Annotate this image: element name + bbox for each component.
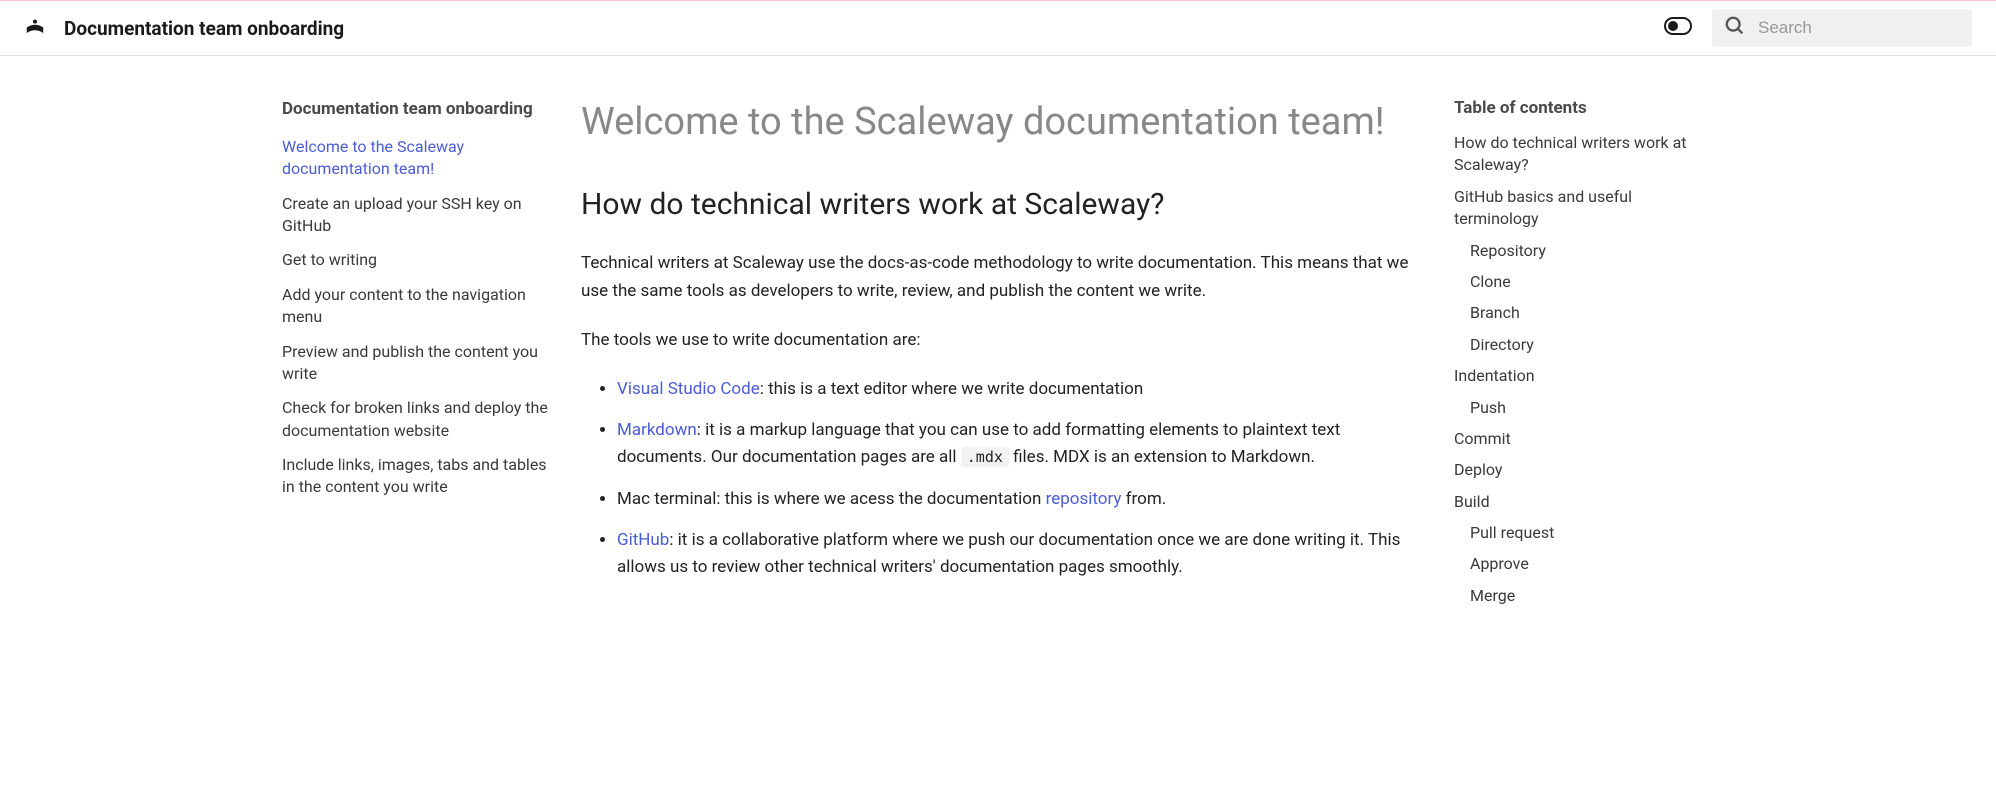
tools-list: Visual Studio Code: this is a text edito… [581, 376, 1410, 581]
tool-item-vscode: Visual Studio Code: this is a text edito… [617, 376, 1410, 403]
book-icon [24, 17, 46, 39]
toc-link[interactable]: GitHub basics and useful terminology [1454, 187, 1632, 228]
nav-item: Add your content to the navigation menu [282, 284, 557, 329]
toc-link[interactable]: Build [1454, 492, 1490, 511]
paragraph-intro: Technical writers at Scaleway use the do… [581, 250, 1410, 304]
toc-item: GitHub basics and useful terminology [1454, 186, 1714, 231]
toc-item: Repository [1454, 240, 1714, 262]
nav-item: Get to writing [282, 249, 557, 271]
toc-item: Directory [1454, 334, 1714, 356]
sidebar-right: Table of contents How do technical write… [1454, 56, 1714, 616]
theme-toggle[interactable] [1664, 17, 1692, 39]
tool-item-markdown: Markdown: it is a markup language that y… [617, 417, 1410, 471]
nav-link[interactable]: Welcome to the Scaleway documentation te… [282, 137, 464, 178]
nav-link[interactable]: Add your content to the navigation menu [282, 285, 526, 326]
toc-item: Deploy [1454, 459, 1714, 481]
nav-link[interactable]: Check for broken links and deploy the do… [282, 398, 548, 439]
toc-link[interactable]: Merge [1470, 586, 1515, 605]
toc-item: Push [1454, 397, 1714, 419]
nav-link[interactable]: Get to writing [282, 250, 377, 269]
toc-link[interactable]: Commit [1454, 429, 1511, 448]
nav-link[interactable]: Include links, images, tabs and tables i… [282, 455, 547, 496]
github-link[interactable]: GitHub [617, 530, 669, 550]
nav-item: Create an upload your SSH key on GitHub [282, 193, 557, 238]
search-icon [1724, 15, 1758, 41]
toc-link[interactable]: Deploy [1454, 460, 1502, 479]
search-input[interactable] [1758, 18, 1960, 38]
markdown-text-b: files. MDX is an extension to Markdown. [1009, 447, 1315, 467]
toc-link[interactable]: Pull request [1470, 523, 1554, 542]
toc-item: Indentation [1454, 365, 1714, 387]
toc-item: How do technical writers work at Scalewa… [1454, 132, 1714, 177]
toc-title: Table of contents [1454, 98, 1714, 118]
github-text: : it is a collaborative platform where w… [617, 530, 1400, 577]
toc-item: Clone [1454, 271, 1714, 293]
search-box[interactable] [1712, 9, 1972, 47]
vscode-text: : this is a text editor where we write d… [760, 379, 1143, 399]
vscode-link[interactable]: Visual Studio Code [617, 379, 760, 399]
nav-item: Check for broken links and deploy the do… [282, 397, 557, 442]
toc-item: Build [1454, 491, 1714, 513]
nav-list: Welcome to the Scaleway documentation te… [282, 136, 557, 499]
terminal-text-b: from. [1121, 489, 1166, 509]
toc-link[interactable]: Indentation [1454, 366, 1535, 385]
toc-item: Branch [1454, 302, 1714, 324]
header-left: Documentation team onboarding [24, 17, 344, 40]
toc-item: Merge [1454, 585, 1714, 607]
site-title: Documentation team onboarding [64, 17, 344, 40]
toc-item: Approve [1454, 553, 1714, 575]
terminal-text-a: Mac terminal: this is where we acess the… [617, 489, 1046, 509]
toc-list: How do technical writers work at Scalewa… [1454, 132, 1714, 607]
layout: Documentation team onboarding Welcome to… [258, 56, 1738, 616]
toc-item: Commit [1454, 428, 1714, 450]
tool-item-github: GitHub: it is a collaborative platform w… [617, 527, 1410, 581]
markdown-link[interactable]: Markdown [617, 420, 697, 440]
nav-item: Include links, images, tabs and tables i… [282, 454, 557, 499]
nav-link[interactable]: Preview and publish the content you writ… [282, 342, 538, 383]
paragraph-tools-lead: The tools we use to write documentation … [581, 327, 1410, 354]
toc-link[interactable]: Clone [1470, 272, 1511, 291]
toc-link[interactable]: Repository [1470, 241, 1546, 260]
toc-link[interactable]: Push [1470, 398, 1506, 417]
section-heading: How do technical writers work at Scalewa… [581, 187, 1410, 222]
repository-link[interactable]: repository [1046, 489, 1122, 509]
nav-item: Welcome to the Scaleway documentation te… [282, 136, 557, 181]
content: Welcome to the Scaleway documentation te… [581, 56, 1430, 616]
nav-item: Preview and publish the content you writ… [282, 341, 557, 386]
sidebar-title: Documentation team onboarding [282, 98, 557, 122]
sidebar-left: Documentation team onboarding Welcome to… [282, 56, 557, 616]
tool-item-terminal: Mac terminal: this is where we acess the… [617, 486, 1410, 513]
toc-link[interactable]: Approve [1470, 554, 1529, 573]
toc-link[interactable]: How do technical writers work at Scalewa… [1454, 133, 1687, 174]
page-title: Welcome to the Scaleway documentation te… [581, 98, 1410, 147]
mdx-code: .mdx [961, 447, 1009, 467]
toc-link[interactable]: Directory [1470, 335, 1534, 354]
toc-item: Pull request [1454, 522, 1714, 544]
toc-link[interactable]: Branch [1470, 303, 1520, 322]
header: Documentation team onboarding [0, 0, 1996, 56]
nav-link[interactable]: Create an upload your SSH key on GitHub [282, 194, 522, 235]
